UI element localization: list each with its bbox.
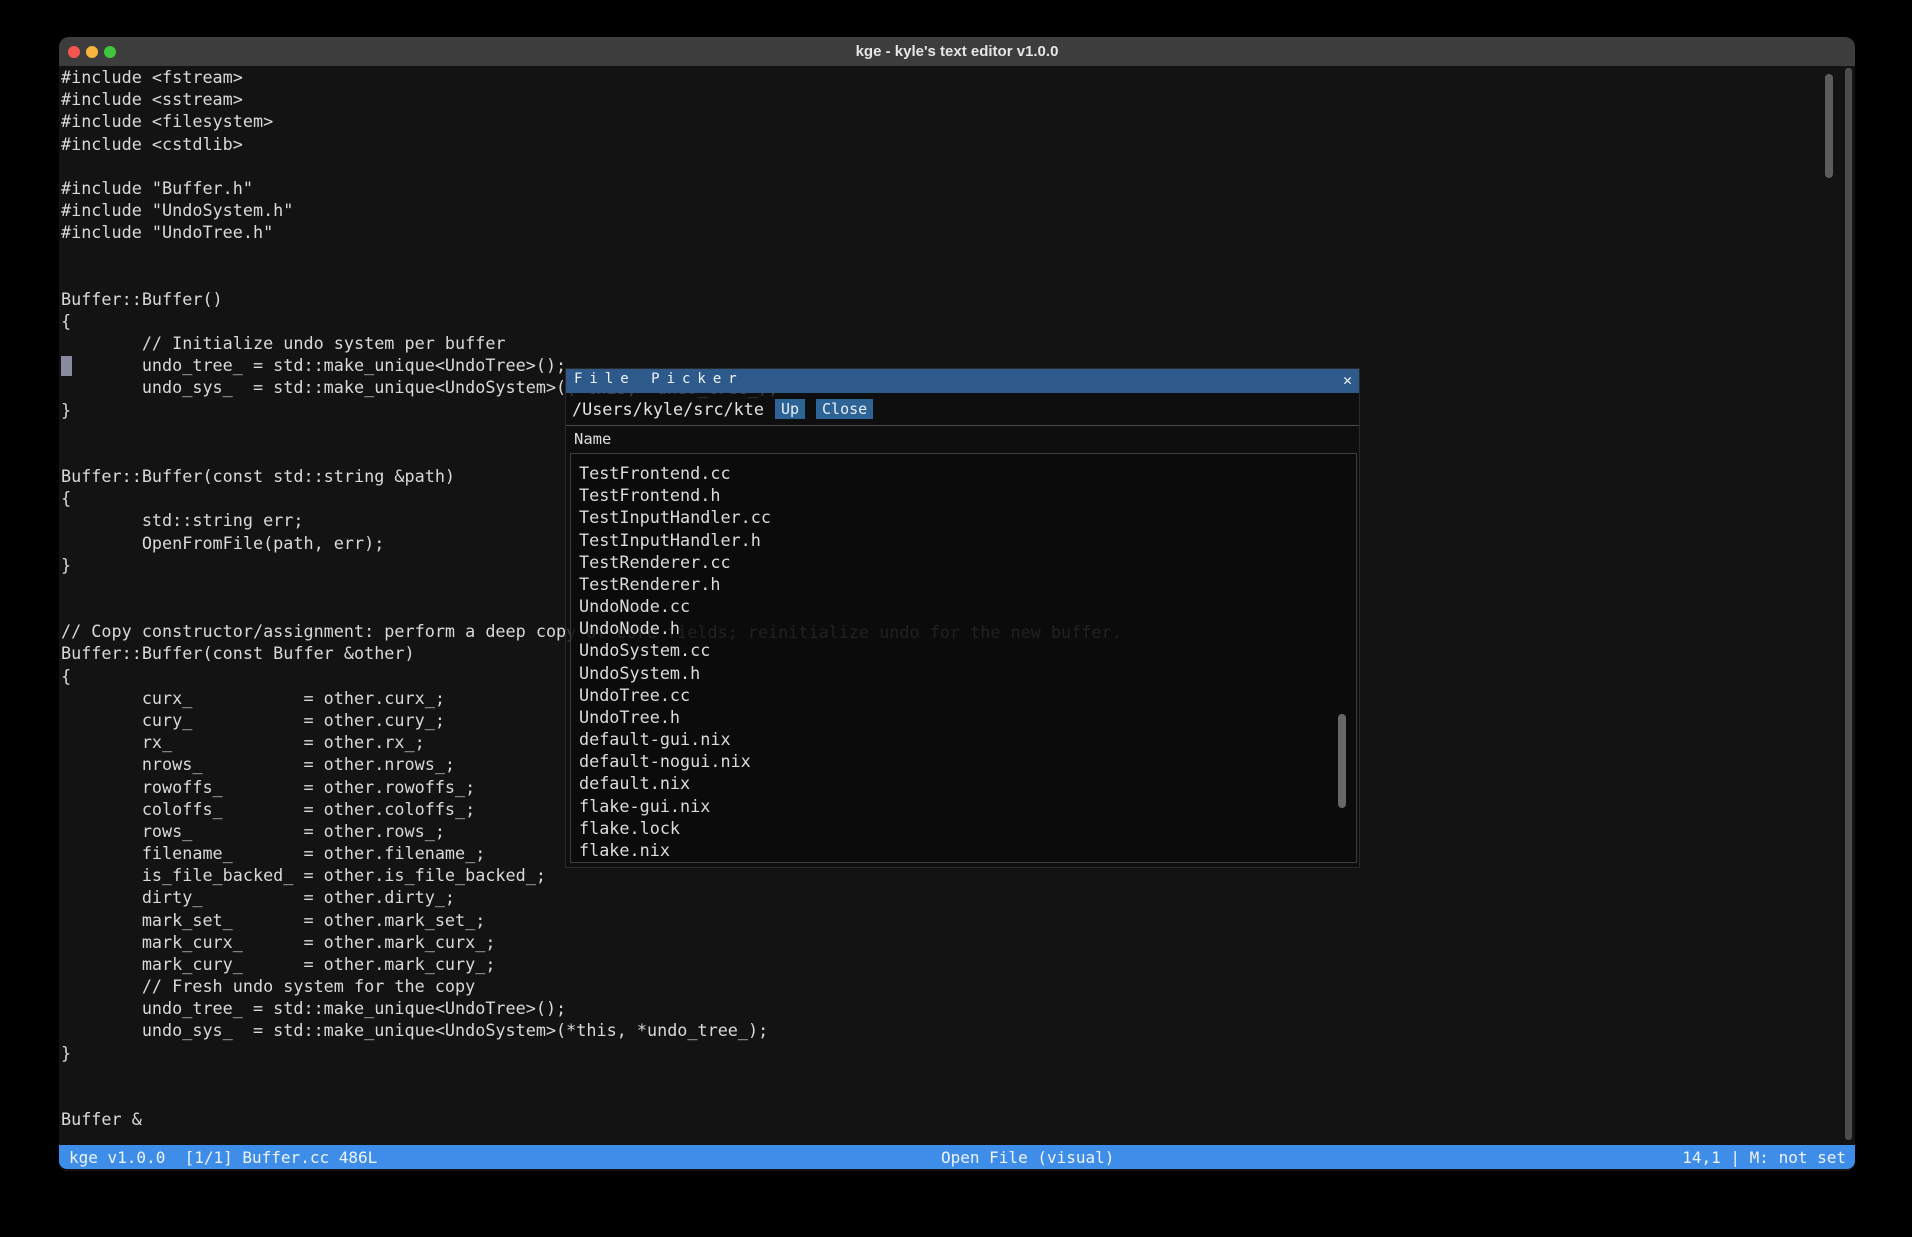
dialog-title: File Picker	[574, 371, 744, 387]
file-list[interactable]: TestFrontend.ccTestFrontend.hTestInputHa…	[570, 453, 1357, 863]
file-list-scrollbar-thumb[interactable]	[1338, 714, 1346, 808]
file-row[interactable]: TestFrontend.cc	[571, 462, 1356, 484]
dialog-close-icon[interactable]: ✕	[1343, 371, 1352, 389]
path-row: /Users/kyle/src/kte Up Close	[572, 398, 873, 420]
status-cursor-position: 14,1 | M: not set	[1682, 1148, 1846, 1167]
current-path: /Users/kyle/src/kte	[572, 399, 764, 419]
file-row[interactable]: flake-gui.nix	[571, 795, 1356, 817]
dialog-titlebar[interactable]: File Picker ✕	[566, 369, 1359, 393]
up-button[interactable]: Up	[775, 399, 805, 419]
file-row[interactable]: UndoTree.h	[571, 706, 1356, 728]
file-row[interactable]: UndoTree.cc	[571, 684, 1356, 706]
window-title: kge - kyle's text editor v1.0.0	[59, 37, 1855, 66]
file-row[interactable]: UndoNode.h	[571, 617, 1356, 639]
editor-window: kge - kyle's text editor v1.0.0 #include…	[59, 37, 1855, 1171]
file-row[interactable]: UndoNode.cc	[571, 595, 1356, 617]
status-left: kge v1.0.0 [1/1] Buffer.cc 486L	[69, 1148, 377, 1167]
file-row[interactable]: default-nogui.nix	[571, 750, 1356, 772]
window-titlebar[interactable]: kge - kyle's text editor v1.0.0	[59, 37, 1855, 66]
editor-scrollbar-thumb[interactable]	[1825, 74, 1833, 178]
file-row[interactable]: TestRenderer.h	[571, 573, 1356, 595]
file-row[interactable]: UndoSystem.h	[571, 662, 1356, 684]
status-bar: kge v1.0.0 [1/1] Buffer.cc 486L Open Fil…	[59, 1145, 1855, 1169]
name-column-header: Name	[574, 430, 611, 448]
file-row[interactable]: default-gui.nix	[571, 728, 1356, 750]
file-row[interactable]: flake.lock	[571, 817, 1356, 839]
text-cursor	[61, 356, 72, 376]
file-picker-dialog: (*this, *undo_tree_); y of core fields; …	[565, 368, 1360, 868]
close-button[interactable]: Close	[816, 399, 873, 419]
file-row[interactable]: UndoSystem.cc	[571, 639, 1356, 661]
file-row[interactable]: TestFrontend.h	[571, 484, 1356, 506]
file-row[interactable]: default.nix	[571, 772, 1356, 794]
dialog-separator	[566, 425, 1359, 426]
editor-scrollbar-track[interactable]	[1845, 68, 1852, 1140]
file-row[interactable]: TestInputHandler.h	[571, 529, 1356, 551]
file-row[interactable]: flake.nix	[571, 839, 1356, 861]
file-row[interactable]: TestRenderer.cc	[571, 551, 1356, 573]
status-mode: Open File (visual)	[941, 1148, 1114, 1167]
file-row[interactable]: TestInputHandler.cc	[571, 506, 1356, 528]
